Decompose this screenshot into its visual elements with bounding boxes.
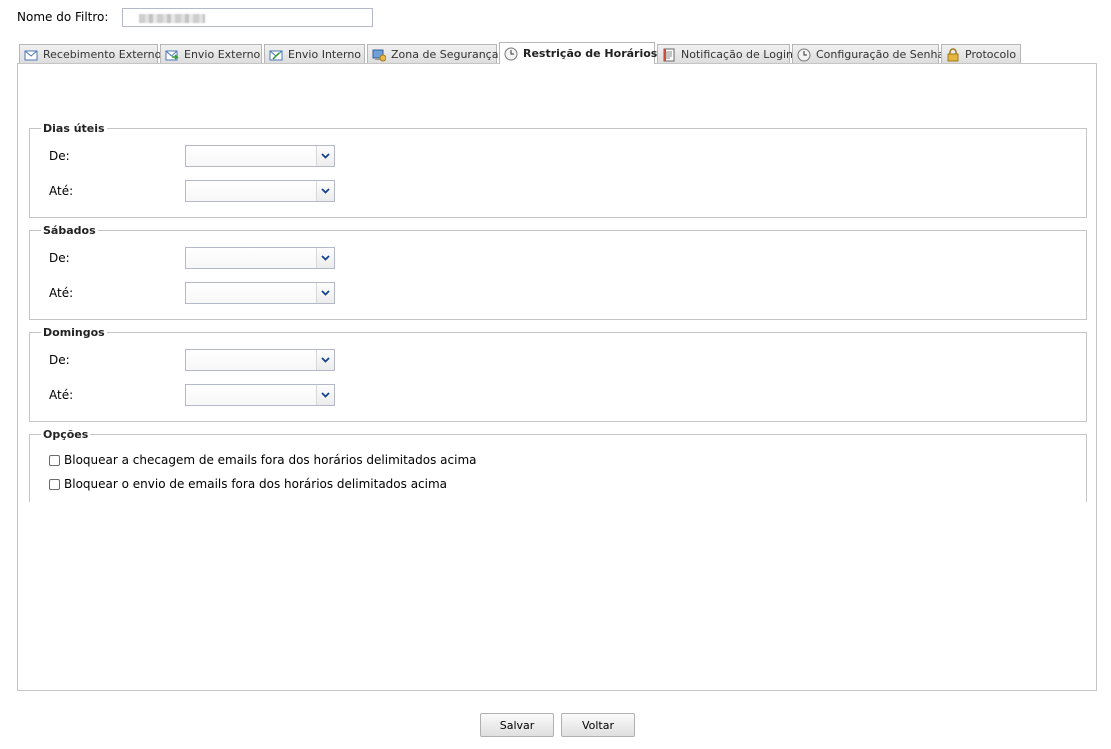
tab-protocolo[interactable]: Protocolo — [941, 44, 1021, 64]
tab-restricao-de-horarios[interactable]: Restrição de Horários — [499, 42, 658, 64]
tab-envio-interno[interactable]: Envio Interno — [264, 44, 365, 64]
block-send-option[interactable]: Bloquear o envio de emails fora dos horá… — [49, 477, 447, 491]
weekdays-from-label: De: — [49, 149, 70, 163]
chevron-down-icon[interactable] — [316, 181, 334, 201]
tab-label: Restrição de Horários — [523, 47, 658, 60]
options-fieldset: Opções Bloquear a checagem de emails for… — [29, 428, 1087, 502]
saturdays-from-row: De: — [49, 247, 335, 269]
options-legend: Opções — [43, 428, 89, 441]
tab-label: Recebimento Externo — [43, 48, 162, 61]
weekdays-legend: Dias úteis — [43, 122, 105, 135]
tab-envio-externo[interactable]: Envio Externo — [160, 44, 262, 64]
saturdays-fieldset: Sábados De: Até: — [29, 224, 1087, 320]
saturdays-from-label: De: — [49, 251, 70, 265]
sundays-legend: Domingos — [43, 326, 105, 339]
block-check-option[interactable]: Bloquear a checagem de emails fora dos h… — [49, 453, 477, 467]
sundays-fieldset: Domingos De: Até: — [29, 326, 1087, 422]
tab-notificacao-de-login[interactable]: Notificação de Login — [657, 44, 793, 64]
saturdays-to-label: Até: — [49, 286, 74, 300]
filter-name-label: Nome do Filtro: — [17, 10, 109, 24]
clock-icon — [797, 48, 811, 62]
tab-label: Notificação de Login — [681, 48, 793, 61]
chevron-down-icon[interactable] — [316, 385, 334, 405]
sundays-from-row: De: — [49, 349, 335, 371]
sundays-to-row: Até: — [49, 384, 335, 406]
tab-label: Protocolo — [965, 48, 1017, 61]
filter-name-input[interactable] — [122, 7, 373, 27]
mail-in-icon — [24, 48, 38, 62]
filter-name-row: Nome do Filtro: — [17, 5, 373, 29]
block-check-label: Bloquear a checagem de emails fora dos h… — [64, 453, 477, 467]
chevron-down-icon[interactable] — [316, 146, 334, 166]
weekdays-to-row: Até: — [49, 180, 335, 202]
tab-recebimento-externo[interactable]: Recebimento Externo — [19, 44, 162, 64]
saturdays-to-select[interactable] — [185, 282, 335, 304]
notification-icon — [662, 48, 676, 62]
tab-panel: Dias úteis De: Até: Sábados De: Até: Dom… — [17, 63, 1097, 691]
saturdays-legend: Sábados — [43, 224, 96, 237]
chevron-down-icon[interactable] — [316, 350, 334, 370]
lock-icon — [946, 47, 960, 62]
tab-configuracao-de-senha[interactable]: Configuração de Senha — [792, 44, 944, 64]
tab-label: Configuração de Senha — [816, 48, 945, 61]
weekdays-to-label: Até: — [49, 184, 74, 198]
mail-internal-icon — [269, 48, 283, 62]
tab-zona-de-seguranca[interactable]: Zona de Segurança — [367, 44, 499, 64]
mail-out-icon — [165, 48, 179, 62]
blurred-filter-value — [139, 13, 205, 23]
weekdays-to-select[interactable] — [185, 180, 335, 202]
tab-label: Envio Externo — [184, 48, 261, 61]
chevron-down-icon[interactable] — [316, 283, 334, 303]
sundays-to-select[interactable] — [185, 384, 335, 406]
saturdays-from-select[interactable] — [185, 247, 335, 269]
sundays-to-label: Até: — [49, 388, 74, 402]
block-send-checkbox[interactable] — [49, 478, 60, 490]
block-send-label: Bloquear o envio de emails fora dos horá… — [64, 477, 448, 491]
tab-label: Envio Interno — [288, 48, 362, 61]
sundays-from-select[interactable] — [185, 349, 335, 371]
back-button[interactable]: Voltar — [561, 713, 635, 737]
clock-icon — [504, 47, 518, 61]
saturdays-to-row: Até: — [49, 282, 335, 304]
weekdays-fieldset: Dias úteis De: Até: — [29, 122, 1087, 218]
security-zone-icon — [372, 48, 387, 62]
weekdays-from-row: De: — [49, 145, 335, 167]
tab-label: Zona de Segurança — [391, 48, 499, 61]
chevron-down-icon[interactable] — [316, 248, 334, 268]
save-button[interactable]: Salvar — [480, 713, 554, 737]
weekdays-from-select[interactable] — [185, 145, 335, 167]
block-check-checkbox[interactable] — [49, 454, 60, 466]
sundays-from-label: De: — [49, 353, 70, 367]
tab-bar: Recebimento Externo Envio Externo Envio … — [19, 42, 1021, 64]
